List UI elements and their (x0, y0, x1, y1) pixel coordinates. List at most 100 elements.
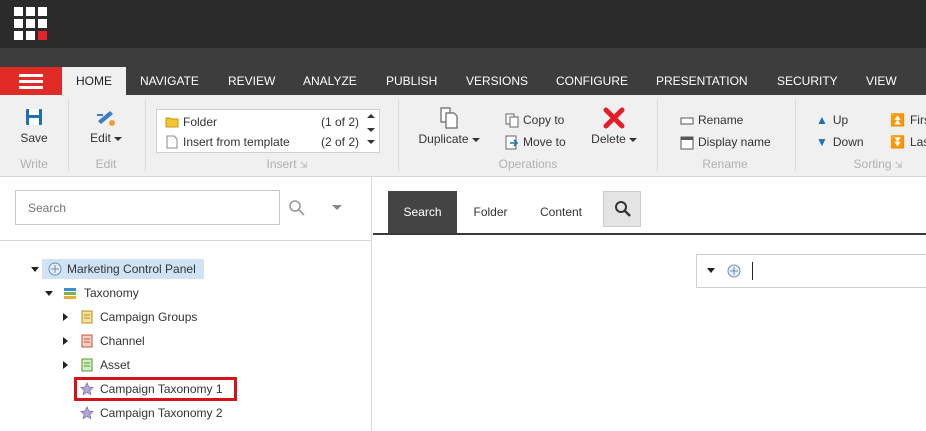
copy-to-button[interactable]: Copy to (505, 111, 564, 129)
move-to-label: Move to (523, 135, 566, 149)
divider (0, 240, 372, 241)
group-label-sorting: Sorting ⇲ (838, 157, 918, 171)
chevron-down-icon (113, 136, 122, 141)
hamburger-icon[interactable] (0, 67, 62, 95)
channel-icon (81, 334, 93, 348)
tab-analyze[interactable]: ANALYZE (303, 67, 357, 95)
copy-to-label: Copy to (523, 113, 565, 127)
tab-view[interactable]: VIEW (866, 67, 897, 95)
tree-node-marketing-control-panel[interactable]: Marketing Control Panel (67, 259, 196, 279)
sort-first-button[interactable]: ⏫ Firs (890, 111, 926, 129)
chevron-down-icon (471, 137, 480, 142)
insert-option-count: (2 of 2) (320, 135, 359, 149)
insert-option-template[interactable]: Insert from template (2 of 2) (163, 132, 359, 152)
delete-icon (603, 107, 625, 129)
sort-first-label: Firs (909, 113, 926, 127)
sort-down-button[interactable]: ▼ Down (816, 133, 864, 151)
tree-node-channel[interactable]: Channel (100, 331, 145, 351)
tab-search[interactable]: Search (388, 191, 457, 233)
move-to-button[interactable]: Move to (505, 133, 566, 151)
chevron-down-icon[interactable] (707, 268, 715, 273)
rename-button[interactable]: Rename (680, 111, 743, 129)
group-divider (145, 99, 146, 171)
tree-node-campaign-taxonomy-1[interactable]: Campaign Taxonomy 1 (100, 379, 223, 399)
copy-icon (505, 113, 519, 128)
location-search-input[interactable] (696, 254, 926, 288)
tree-node-taxonomy[interactable]: Taxonomy (84, 283, 139, 303)
dialog-launcher-icon[interactable]: ⇲ (300, 160, 308, 170)
campaign-groups-icon (81, 310, 93, 324)
sort-last-button[interactable]: ⏬ Las (890, 133, 926, 151)
save-button[interactable]: Save (14, 107, 54, 145)
group-divider (795, 99, 796, 171)
dialog-launcher-icon[interactable]: ⇲ (895, 160, 903, 170)
document-icon (166, 135, 178, 149)
search-button[interactable] (603, 191, 641, 227)
double-chevron-up-icon: ⏫ (890, 113, 905, 127)
expand-icon[interactable] (63, 313, 68, 321)
insert-option-folder[interactable]: Folder (1 of 2) (163, 112, 359, 132)
edit-button[interactable]: Edit (86, 107, 126, 145)
tab-navigate[interactable]: NAVIGATE (140, 67, 199, 95)
duplicate-icon (440, 107, 458, 129)
tree-node-asset[interactable]: Asset (100, 355, 130, 375)
sort-up-label: Up (832, 113, 849, 127)
search-icon[interactable] (288, 199, 306, 217)
delete-button[interactable]: Delete (590, 107, 638, 146)
sort-down-label: Down (832, 135, 864, 149)
group-divider (398, 99, 399, 171)
group-divider (68, 99, 69, 171)
group-label-insert: Insert ⇲ (262, 157, 312, 171)
tab-presentation[interactable]: PRESENTATION (656, 67, 748, 95)
sort-up-button[interactable]: ▲ Up (816, 111, 848, 129)
search-options-dropdown-icon[interactable] (332, 205, 342, 210)
chevron-up-icon (367, 114, 375, 118)
apps-grid-cell (14, 31, 23, 40)
star-icon (80, 406, 94, 420)
save-icon (26, 109, 42, 125)
tab-security[interactable]: SECURITY (777, 67, 838, 95)
rename-label: Rename (698, 113, 744, 127)
tree-node-campaign-taxonomy-2[interactable]: Campaign Taxonomy 2 (100, 403, 223, 423)
sort-last-label: Las (909, 135, 926, 149)
ribbon: Save Write Edit Edit Folder (1 of 2) Ins… (0, 95, 926, 177)
search-icon (615, 201, 631, 217)
insert-option-count: (1 of 2) (320, 115, 359, 129)
tab-publish[interactable]: PUBLISH (386, 67, 437, 95)
rename-icon (680, 117, 694, 125)
move-icon (505, 135, 519, 150)
collapse-icon[interactable] (31, 267, 39, 272)
apps-grid-cell (38, 7, 47, 16)
display-name-button[interactable]: Display name (680, 133, 771, 151)
expand-icon[interactable] (63, 361, 68, 369)
save-label: Save (20, 131, 48, 145)
tab-home[interactable]: HOME (62, 67, 126, 95)
tab-configure[interactable]: CONFIGURE (556, 67, 628, 95)
group-label-rename: Rename (702, 157, 748, 171)
asset-icon (81, 358, 93, 372)
chevron-down-icon (367, 128, 375, 132)
expand-icon (367, 140, 375, 144)
collapse-icon[interactable] (45, 291, 53, 296)
group-label-write: Write (20, 157, 48, 171)
group-label-sorting-text: Sorting (853, 157, 892, 171)
apps-grid-icon[interactable] (14, 7, 47, 40)
tab-folder[interactable]: Folder (457, 191, 524, 233)
display-name-label: Display name (698, 135, 771, 149)
apps-grid-cell (26, 7, 35, 16)
insert-list-scroller[interactable] (365, 112, 377, 150)
duplicate-label: Duplicate (418, 132, 469, 146)
expand-icon[interactable] (63, 337, 68, 345)
tree-search-input[interactable] (15, 190, 280, 225)
edit-icon (97, 111, 115, 126)
tab-review[interactable]: REVIEW (228, 67, 275, 95)
chevron-down-icon (628, 137, 637, 142)
edit-label: Edit (90, 131, 111, 145)
tab-versions[interactable]: VERSIONS (466, 67, 528, 95)
tab-content[interactable]: Content (524, 191, 598, 233)
group-label-edit: Edit (95, 157, 117, 171)
duplicate-button[interactable]: Duplicate (418, 107, 480, 146)
tree-node-campaign-groups[interactable]: Campaign Groups (100, 307, 197, 327)
ribbon-tab-strip: HOME NAVIGATE REVIEW ANALYZE PUBLISH VER… (0, 48, 926, 95)
apps-grid-cell (38, 19, 47, 28)
